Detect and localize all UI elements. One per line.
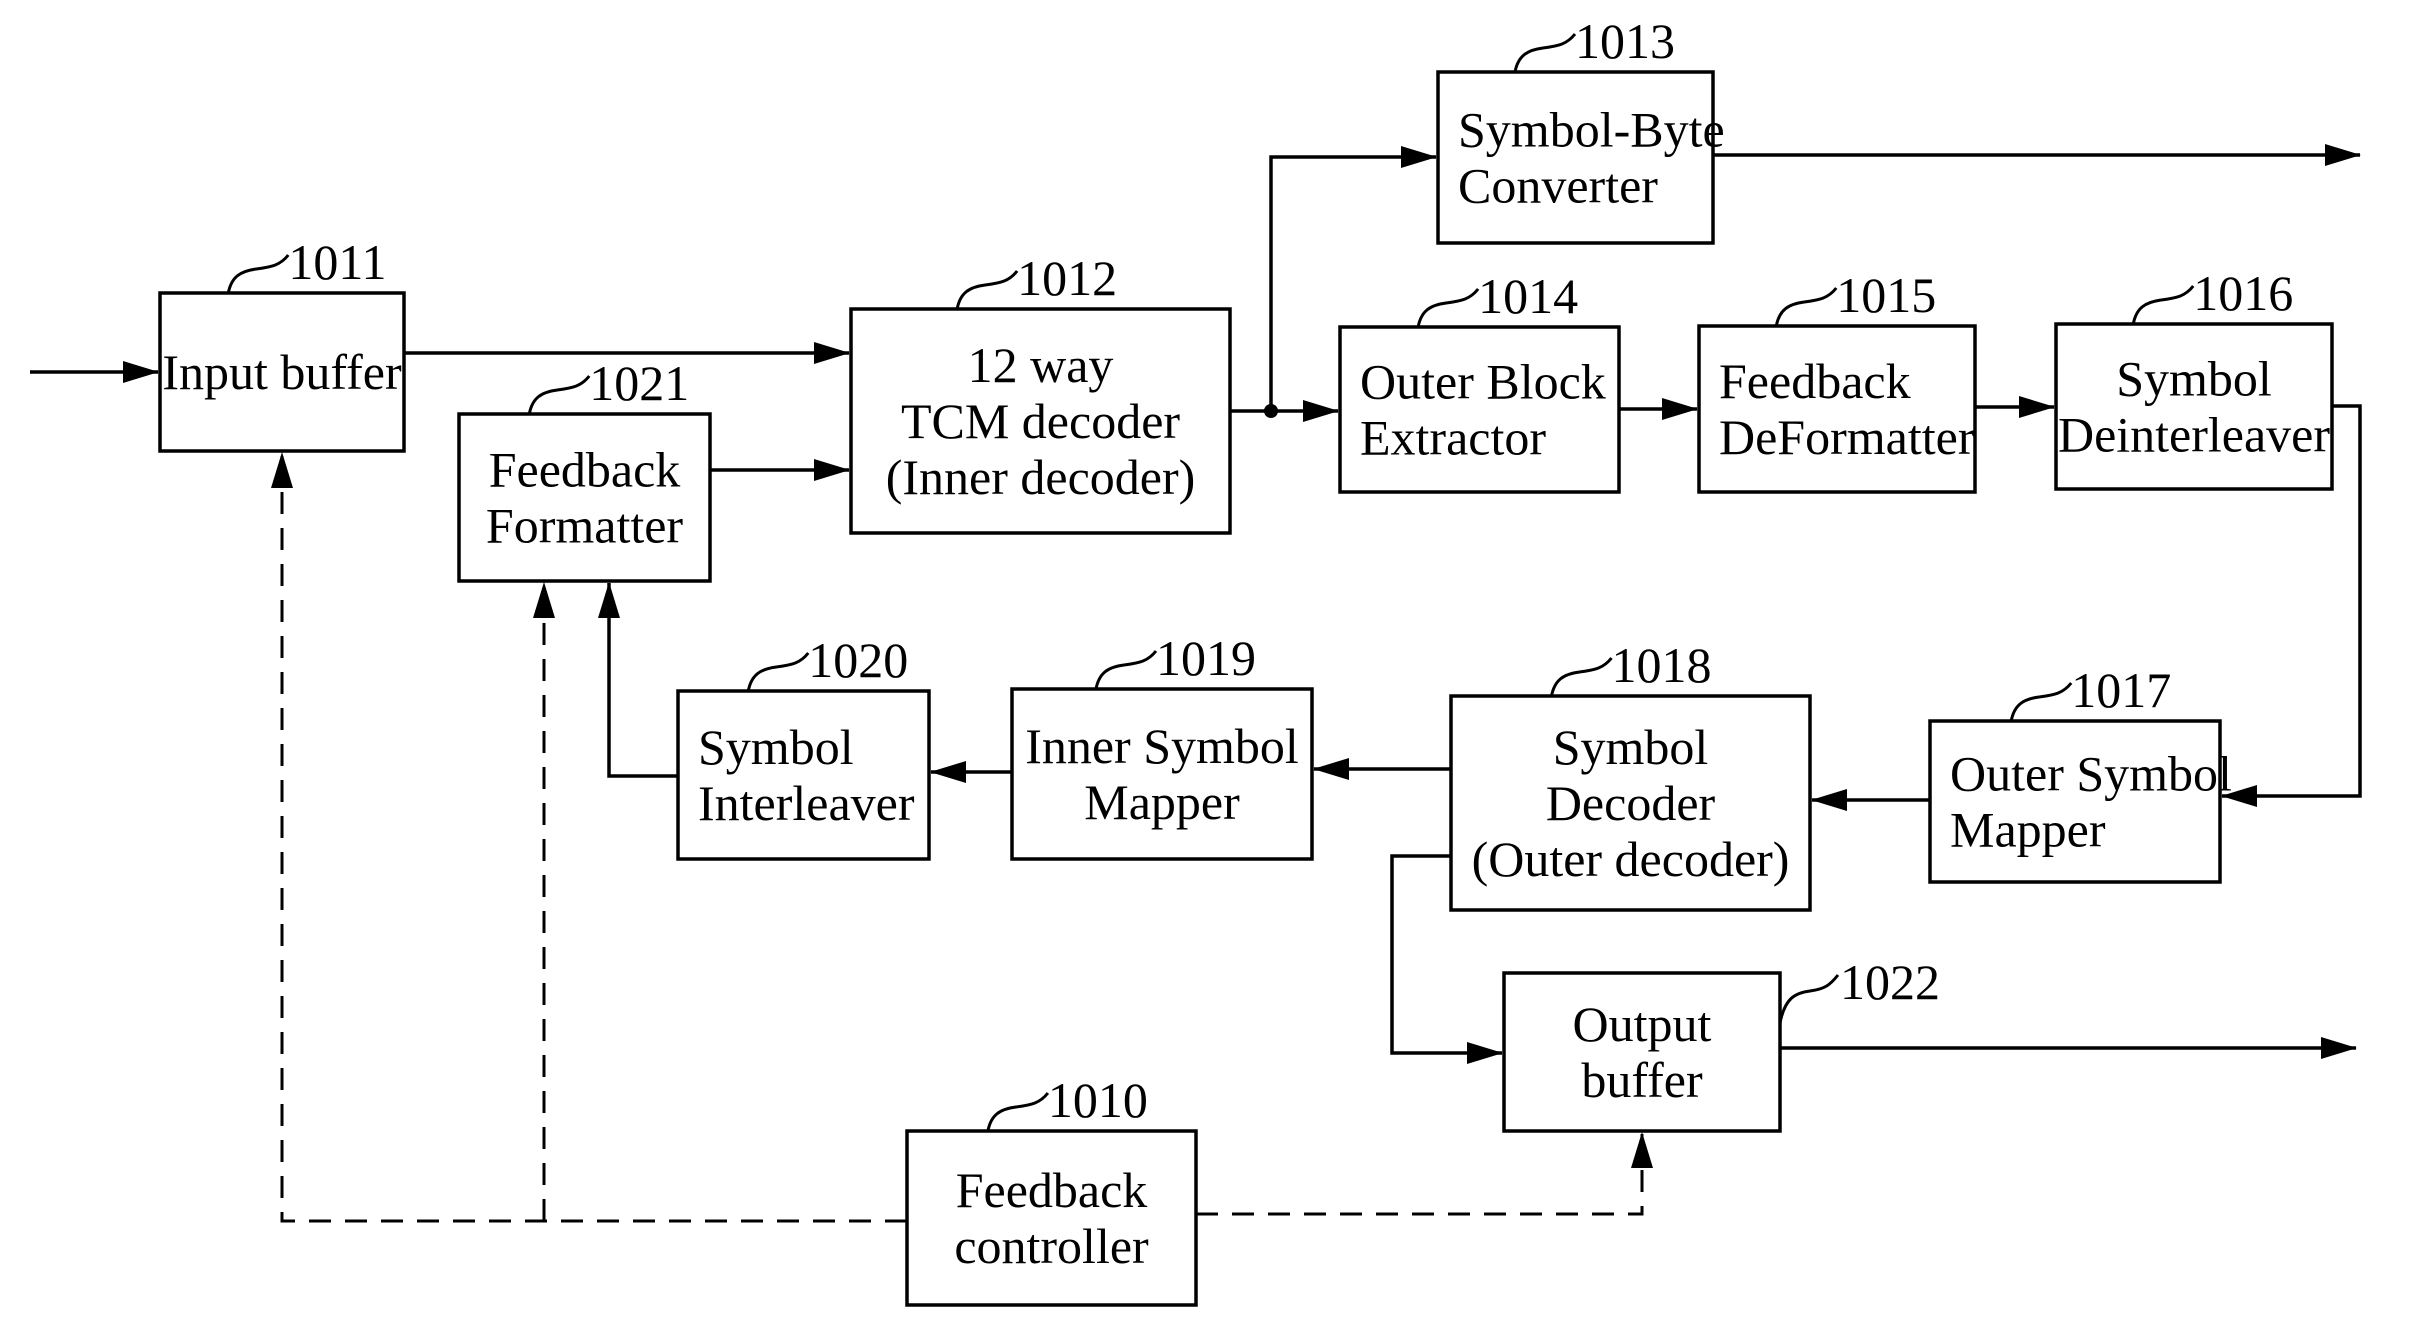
reference-numeral: 1022 bbox=[1840, 954, 1940, 1010]
reference-numeral: 1016 bbox=[2193, 265, 2293, 321]
reference-leader-line bbox=[1778, 974, 1840, 1024]
block-1011: Input buffer 1011 bbox=[158, 234, 406, 453]
reference-leader-line bbox=[1416, 288, 1480, 328]
reference-leader-line bbox=[955, 270, 1019, 310]
block-label-line: Symbol bbox=[698, 719, 854, 775]
block-label-line: Extractor bbox=[1360, 410, 1546, 466]
block-label-line: DeFormatter bbox=[1719, 409, 1975, 465]
block-label-line: Symbol bbox=[1553, 719, 1709, 775]
reference-leader-line bbox=[1513, 33, 1577, 73]
block-1010: Feedbackcontroller 1010 bbox=[905, 1072, 1198, 1307]
block-1018: SymbolDecoder(Outer decoder) 1018 bbox=[1449, 637, 1812, 912]
block-label-line: (Inner decoder) bbox=[886, 449, 1196, 505]
block-label-line: Outer Block bbox=[1360, 354, 1606, 410]
block-1014: Outer BlockExtractor 1014 bbox=[1338, 268, 1621, 494]
wire-1020-to-1021 bbox=[598, 582, 678, 778]
block-1016: SymbolDeinterleaver 1016 bbox=[2054, 265, 2334, 491]
block-label-line: Symbol bbox=[2116, 351, 2272, 407]
reference-numeral: 1020 bbox=[808, 632, 908, 688]
block-label-line: Converter bbox=[1458, 158, 1658, 214]
block-1013: Symbol-ByteConverter 1013 bbox=[1436, 13, 1725, 245]
reference-leader-line bbox=[1550, 657, 1613, 697]
blocks: Input buffer 1011 12 wayTCM decoder(Inner … bbox=[158, 13, 2334, 1307]
block-label-line: Input buffer bbox=[162, 344, 402, 400]
reference-numeral: 1010 bbox=[1048, 1072, 1148, 1128]
block-label-line: Feedback bbox=[489, 442, 681, 498]
block-label-line: Output bbox=[1573, 996, 1712, 1052]
reference-leader-line bbox=[226, 254, 290, 294]
block-label-line: controller bbox=[954, 1218, 1149, 1274]
block-label-line: Symbol-Byte bbox=[1458, 102, 1725, 158]
dashed-1010-to-1022 bbox=[1196, 1132, 1653, 1216]
reference-numeral: 1021 bbox=[589, 355, 689, 411]
block-label-line: (Outer decoder) bbox=[1472, 831, 1790, 887]
reference-numeral: 1015 bbox=[1836, 267, 1936, 323]
block-label-line: buffer bbox=[1581, 1052, 1703, 1108]
block-1015: FeedbackDeFormatter 1015 bbox=[1697, 267, 1977, 494]
reference-leader-line bbox=[527, 375, 591, 415]
block-diagram: Input buffer 1011 12 wayTCM decoder(Inner … bbox=[30, 13, 2362, 1307]
reference-leader-line bbox=[2009, 682, 2073, 722]
reference-numeral: 1012 bbox=[1017, 250, 1117, 306]
block-1019: Inner SymbolMapper 1019 bbox=[1010, 630, 1314, 861]
block-label-line: Formatter bbox=[486, 498, 684, 554]
reference-leader-line bbox=[2131, 285, 2195, 325]
block-1022: Outputbuffer 1022 bbox=[1502, 954, 1940, 1133]
block-label-line: Deinterleaver bbox=[2058, 407, 2330, 463]
reference-numeral: 1011 bbox=[288, 234, 386, 290]
reference-numeral: 1013 bbox=[1575, 13, 1675, 69]
block-label-line: TCM decoder bbox=[901, 393, 1180, 449]
block-label-line: Interleaver bbox=[698, 775, 915, 831]
reference-leader-line bbox=[1774, 287, 1838, 327]
reference-numeral: 1018 bbox=[1612, 637, 1712, 693]
reference-leader-line bbox=[746, 652, 810, 692]
block-label-line: Decoder bbox=[1546, 775, 1716, 831]
reference-leader-line bbox=[986, 1092, 1050, 1132]
block-1012: 12 wayTCM decoder(Inner decoder) 1012 bbox=[849, 250, 1232, 535]
block-label-line: Mapper bbox=[1950, 802, 2106, 858]
block-label-line: Feedback bbox=[956, 1162, 1148, 1218]
block-label-line: Feedback bbox=[1719, 353, 1911, 409]
block-label-line: Outer Symbol bbox=[1950, 746, 2232, 802]
block-1021: FeedbackFormatter 1021 bbox=[457, 355, 712, 583]
reference-leader-line bbox=[1094, 650, 1158, 690]
reference-numeral: 1019 bbox=[1156, 630, 1256, 686]
block-1020: SymbolInterleaver 1020 bbox=[676, 632, 931, 861]
reference-numeral: 1014 bbox=[1478, 268, 1578, 324]
block-label-line: 12 way bbox=[968, 337, 1114, 393]
block-label-line: Inner Symbol bbox=[1025, 718, 1299, 774]
reference-numeral: 1017 bbox=[2071, 662, 2171, 718]
block-1017: Outer SymbolMapper 1017 bbox=[1928, 662, 2232, 884]
block-label-line: Mapper bbox=[1084, 774, 1240, 830]
